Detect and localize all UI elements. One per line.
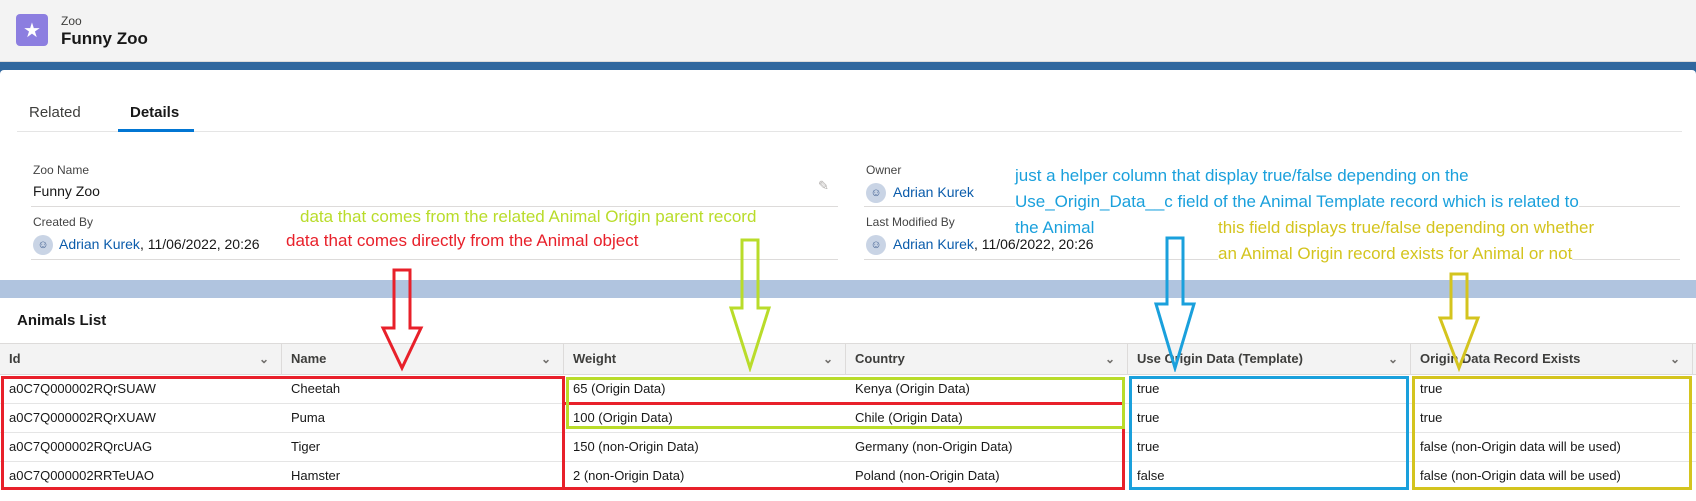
- last-modified-user-link[interactable]: Adrian Kurek: [893, 236, 974, 252]
- created-by-date: , 11/06/2022, 20:26: [139, 236, 260, 252]
- annotation-box-helper-column: [1129, 376, 1409, 490]
- last-modified-date: , 11/06/2022, 20:26: [973, 236, 1094, 252]
- owner-user-link[interactable]: Adrian Kurek: [893, 184, 974, 200]
- avatar: ☺: [866, 235, 886, 255]
- zoo-name-value: Funny Zoo: [33, 183, 100, 199]
- chevron-down-icon[interactable]: ⌄: [1388, 344, 1398, 374]
- chevron-down-icon[interactable]: ⌄: [823, 344, 833, 374]
- last-modified-label: Last Modified By: [866, 215, 955, 229]
- tab-related[interactable]: Related: [29, 104, 81, 121]
- annotation-helper-note: just a helper column that display true/f…: [1015, 166, 1469, 186]
- column-label: Name: [291, 351, 327, 366]
- created-by-user-link[interactable]: Adrian Kurek: [59, 236, 140, 252]
- column-label: Country: [855, 351, 905, 366]
- tab-bar: Related Details: [17, 70, 1682, 132]
- animals-list-title: Animals List: [17, 312, 107, 329]
- column-header-id[interactable]: Id ⌄: [0, 344, 282, 374]
- annotation-exists-note: an Animal Origin record exists for Anima…: [1218, 244, 1573, 264]
- annotation-arrow-cyan: [1153, 236, 1197, 372]
- annotation-arrow-gold: [1437, 272, 1481, 372]
- record-name: Funny Zoo: [61, 29, 148, 48]
- record-header: ★ Zoo Funny Zoo: [0, 0, 1696, 62]
- created-by-value: Adrian Kurek, 11/06/2022, 20:26: [59, 236, 260, 252]
- active-tab-indicator: [118, 129, 194, 132]
- annotation-origin-note: data that comes from the related Animal …: [300, 207, 757, 226]
- annotation-arrow-red: [380, 268, 424, 372]
- chevron-down-icon[interactable]: ⌄: [1670, 344, 1680, 374]
- edit-pencil-icon[interactable]: ✎: [818, 178, 829, 194]
- star-icon: ★: [16, 14, 48, 46]
- chevron-down-icon[interactable]: ⌄: [541, 344, 551, 374]
- annotation-helper-note: the Animal: [1015, 218, 1095, 237]
- annotation-arrow-lime: [728, 238, 772, 372]
- annotation-box-animal-data: [1, 376, 565, 490]
- field-divider: [31, 259, 838, 260]
- annotation-box-origin-data: [566, 377, 1125, 429]
- owner-label: Owner: [866, 163, 902, 177]
- created-by-label: Created By: [33, 215, 94, 229]
- annotation-box-origin-exists: [1412, 376, 1692, 490]
- zoo-name-label: Zoo Name: [33, 163, 90, 177]
- tab-details[interactable]: Details: [130, 104, 179, 121]
- annotation-exists-note: this field displays true/false depending…: [1218, 218, 1595, 238]
- column-header-country[interactable]: Country ⌄: [846, 344, 1128, 374]
- avatar: ☺: [866, 183, 886, 203]
- chevron-down-icon[interactable]: ⌄: [259, 344, 269, 374]
- column-header-weight[interactable]: Weight ⌄: [564, 344, 846, 374]
- object-type-label: Zoo: [61, 14, 82, 28]
- last-modified-value: Adrian Kurek, 11/06/2022, 20:26: [893, 236, 1094, 252]
- column-label: Id: [9, 351, 21, 366]
- annotation-helper-note: Use_Origin_Data__c field of the Animal T…: [1015, 192, 1579, 212]
- column-label: Weight: [573, 351, 617, 366]
- annotation-animal-note: data that comes directly from the Animal…: [286, 231, 639, 250]
- chevron-down-icon[interactable]: ⌄: [1105, 344, 1115, 374]
- avatar: ☺: [33, 235, 53, 255]
